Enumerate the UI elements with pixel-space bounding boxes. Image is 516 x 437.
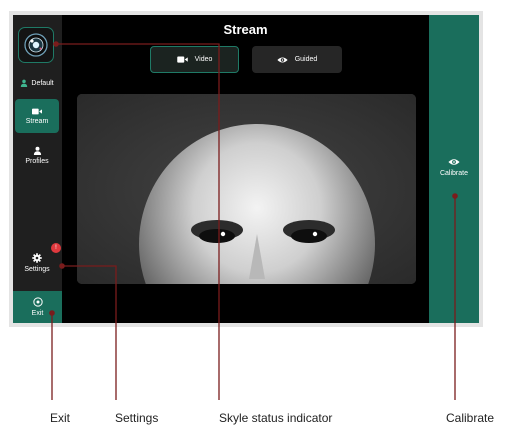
annotation-exit: Exit: [50, 411, 71, 425]
eye-icon: [277, 56, 288, 63]
annotation-settings: Settings: [115, 411, 159, 425]
sidebar-item-label: Profiles: [25, 158, 49, 165]
page-title: Stream: [223, 22, 268, 37]
power-icon: [32, 297, 43, 307]
sidebar-item-default[interactable]: Default: [15, 79, 59, 87]
face-feed-image: [77, 94, 416, 284]
annotation-calibrate: Calibrate: [446, 411, 495, 425]
sidebar-item-stream[interactable]: Stream: [15, 99, 59, 133]
sidebar-item-settings[interactable]: Settings: [15, 253, 59, 273]
app-window: Default Stream Profiles Settings ! Exit …: [13, 15, 479, 323]
tab-label: Video: [194, 56, 213, 63]
annotation-status-indicator: Skyle status indicator: [219, 411, 333, 425]
exit-button[interactable]: Exit: [13, 291, 62, 323]
sidebar: Default Stream Profiles Settings ! Exit: [13, 15, 62, 323]
video-camera-icon: [32, 108, 42, 114]
tab-guided[interactable]: Guided: [252, 46, 342, 73]
camera-stream: [77, 94, 416, 284]
calibrate-label: Calibrate: [439, 170, 468, 177]
sidebar-item-label: Settings: [24, 266, 50, 273]
skyle-status-indicator[interactable]: [18, 27, 54, 63]
status-lens-icon: [24, 33, 48, 57]
sidebar-item-profiles[interactable]: Profiles: [15, 146, 59, 165]
sidebar-item-label: Stream: [25, 117, 49, 125]
tab-video[interactable]: Video: [150, 46, 239, 73]
exit-button-label: Exit: [31, 310, 44, 317]
settings-alert-badge: !: [51, 243, 61, 253]
gear-icon: [32, 253, 42, 263]
user-icon: [21, 79, 28, 87]
video-camera-icon: [176, 56, 188, 63]
sidebar-item-label: Default: [31, 79, 54, 87]
tab-label: Guided: [294, 56, 318, 63]
calibrate-button[interactable]: Calibrate: [429, 158, 479, 177]
eye-icon: [448, 159, 460, 165]
user-icon: [33, 146, 41, 155]
calibrate-panel: Calibrate: [429, 15, 479, 323]
